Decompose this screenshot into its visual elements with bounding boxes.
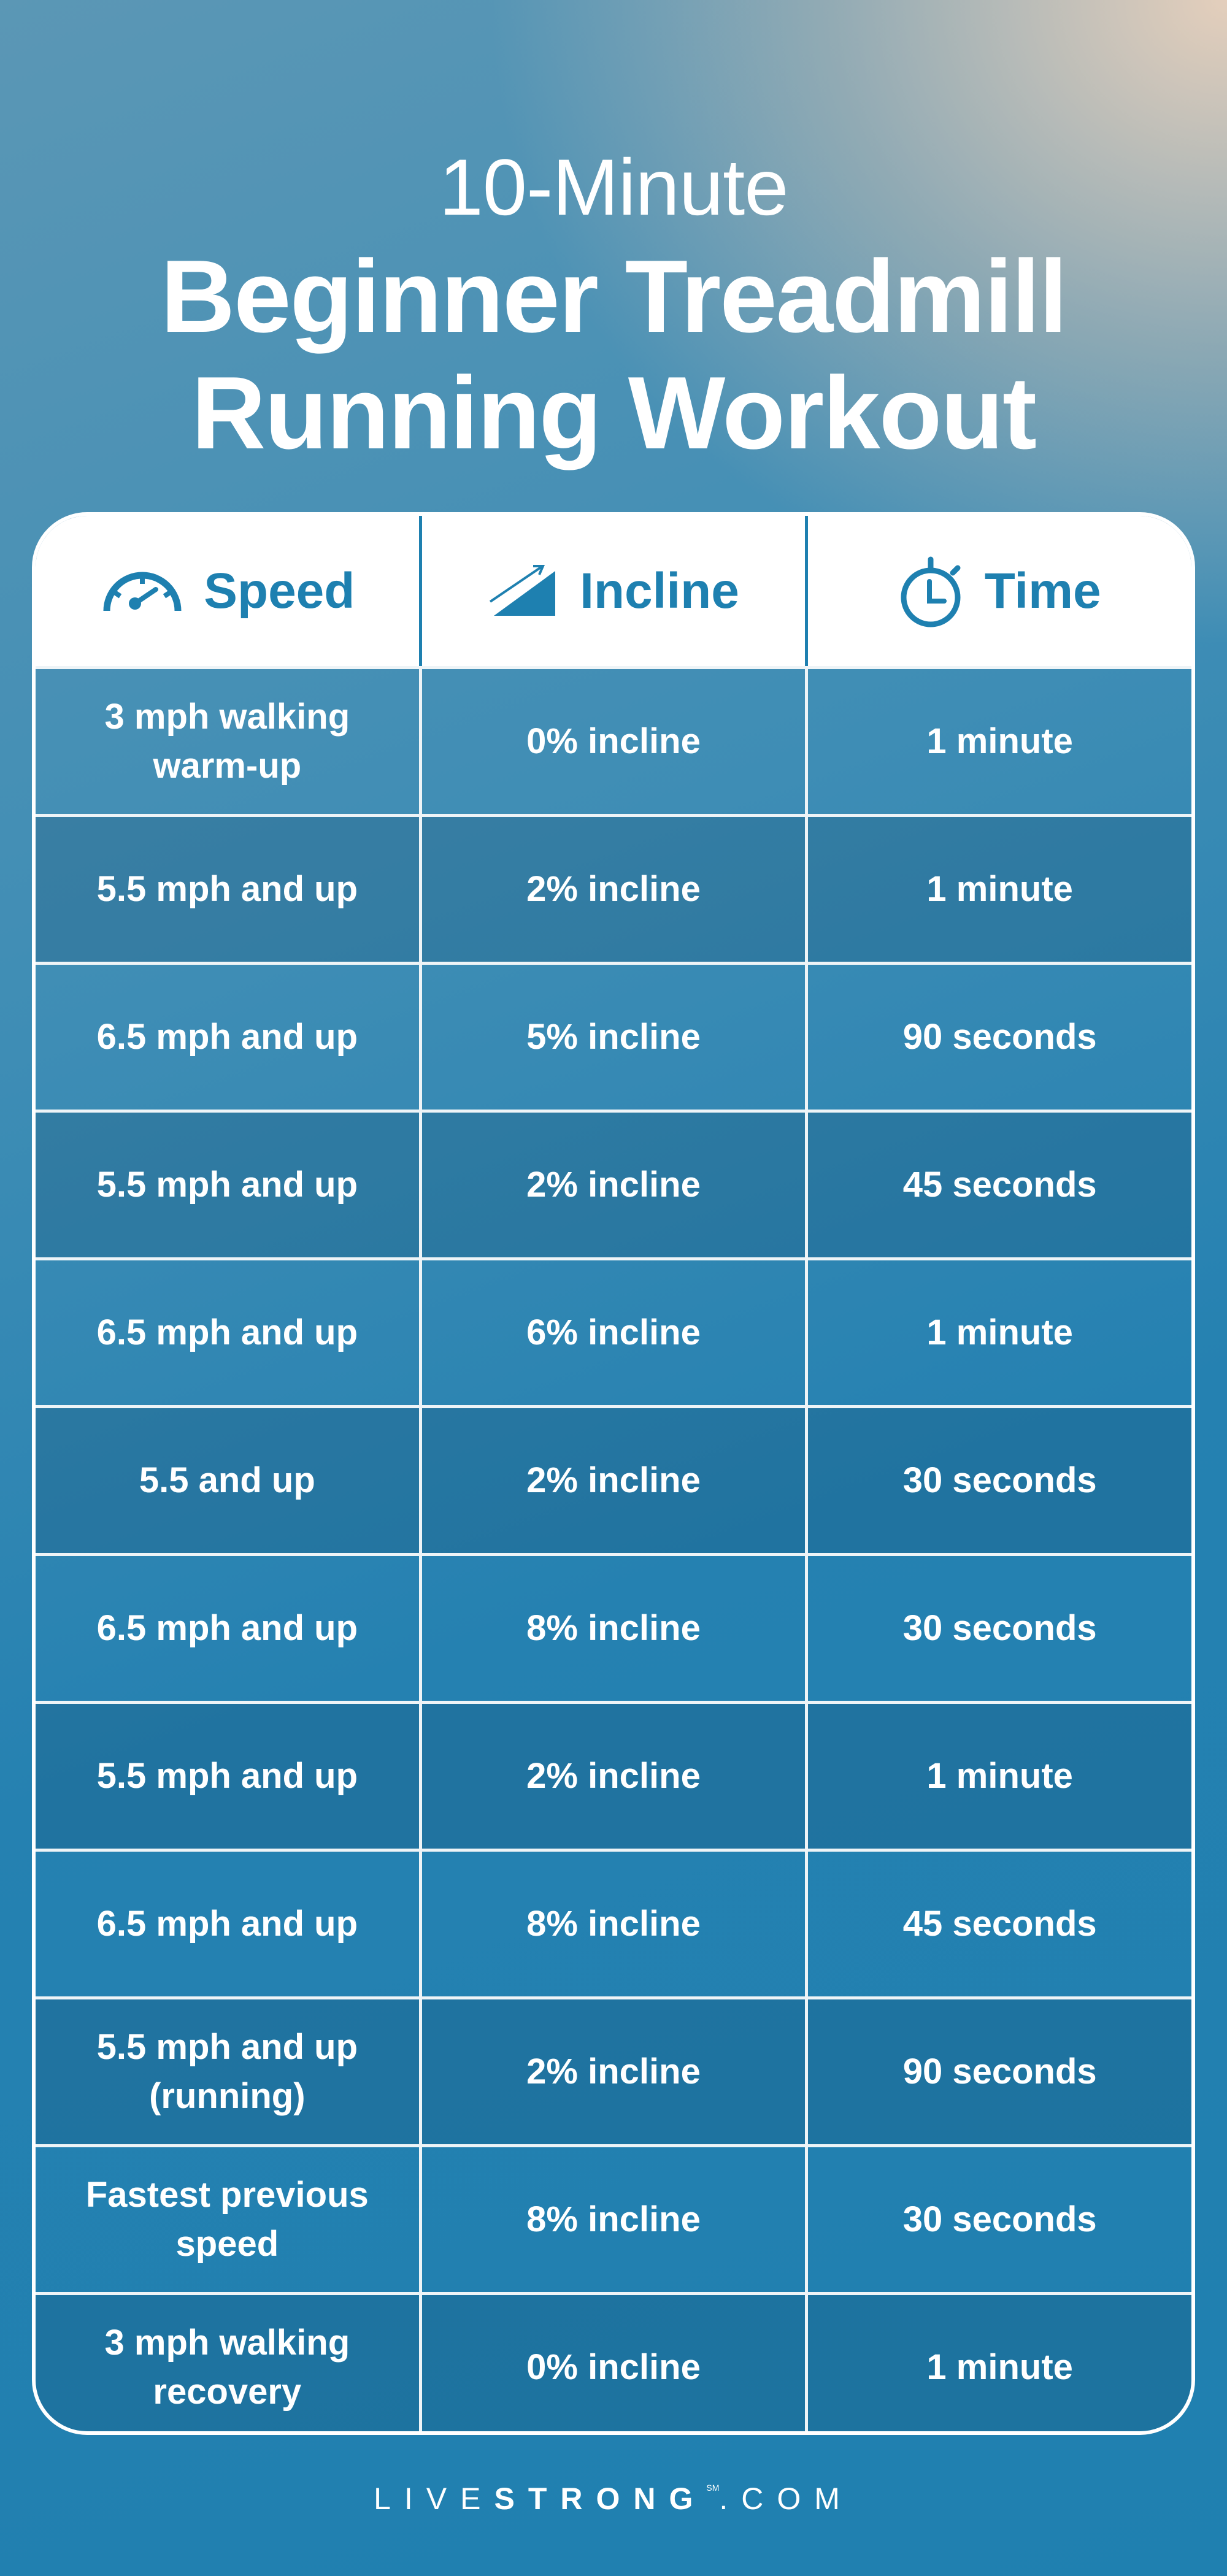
cell-time: 30 seconds — [902, 2199, 1097, 2239]
brand-suffix: .COM — [719, 2482, 853, 2516]
cell-time: 1 minute — [926, 2347, 1073, 2387]
cell-time: 1 minute — [926, 869, 1073, 909]
cell-incline: 8% incline — [422, 1852, 809, 1996]
cell-speed: 5.5 mph and up — [36, 1704, 422, 1849]
cell-incline: 0% incline — [422, 2295, 809, 2431]
cell-incline: 0% incline — [422, 669, 809, 814]
table-row: 5.5 mph and up 2% incline 1 minute — [36, 1701, 1191, 1849]
stopwatch-icon — [899, 554, 966, 628]
cell-speed: 6.5 mph and up — [36, 1260, 422, 1405]
cell-incline: 2% incline — [422, 817, 809, 962]
cell-time: 45 seconds — [902, 1904, 1097, 1944]
cell-time: 30 seconds — [902, 1460, 1097, 1500]
service-mark: SM — [706, 2483, 720, 2493]
header-speed: Speed — [36, 516, 422, 666]
table-header: Speed Incline Time — [36, 516, 1191, 666]
cell-speed: 6.5 mph and up — [36, 965, 422, 1110]
table-row: 5.5 mph and up 2% incline 45 seconds — [36, 1110, 1191, 1257]
cell-incline: 6% incline — [422, 1260, 809, 1405]
cell-incline: 2% incline — [422, 1999, 809, 2144]
table-row: 5.5 mph and up (running) 2% incline 90 s… — [36, 1996, 1191, 2144]
title-line-1: Beginner Treadmill — [160, 239, 1067, 354]
cell-speed: Fastest previous speed — [36, 2147, 422, 2292]
cell-speed: 6.5 mph and up — [36, 1556, 422, 1701]
table-row: 6.5 mph and up 6% incline 1 minute — [36, 1257, 1191, 1405]
cell-speed: 5.5 mph and up (running) — [36, 1999, 422, 2144]
header-incline: Incline — [422, 516, 809, 666]
table-row: 6.5 mph and up 5% incline 90 seconds — [36, 962, 1191, 1110]
cell-time: 30 seconds — [902, 1608, 1097, 1648]
cell-time: 1 minute — [926, 1756, 1073, 1796]
speedometer-icon — [99, 567, 185, 616]
cell-incline: 5% incline — [422, 965, 809, 1110]
cell-incline: 8% incline — [422, 1556, 809, 1701]
header-time: Time — [808, 516, 1191, 666]
brand-strong: STRONG — [494, 2482, 707, 2516]
table-row: 5.5 and up 2% incline 30 seconds — [36, 1405, 1191, 1553]
incline-icon — [488, 564, 561, 619]
cell-speed: 3 mph walking recovery — [36, 2295, 422, 2431]
cell-speed: 3 mph walking warm-up — [36, 669, 422, 814]
workout-table: Speed Incline Time 3 mph walking warm-up… — [32, 512, 1195, 2435]
cell-speed: 5.5 mph and up — [36, 1113, 422, 1257]
title-subtitle: 10-Minute — [439, 142, 788, 232]
cell-time: 45 seconds — [902, 1165, 1097, 1205]
header-speed-label: Speed — [204, 562, 355, 619]
table-row: 5.5 mph and up 2% incline 1 minute — [36, 814, 1191, 962]
table-row: 3 mph walking recovery 0% incline 1 minu… — [36, 2292, 1191, 2431]
title-block: 10-Minute Beginner Treadmill Running Wor… — [0, 147, 1227, 471]
cell-speed: 5.5 and up — [36, 1408, 422, 1553]
cell-time: 1 minute — [926, 1313, 1073, 1352]
title-line-2: Running Workout — [191, 355, 1037, 470]
table-row: 3 mph walking warm-up 0% incline 1 minut… — [36, 666, 1191, 814]
header-time-label: Time — [984, 562, 1101, 619]
cell-incline: 2% incline — [422, 1704, 809, 1849]
cell-incline: 8% incline — [422, 2147, 809, 2292]
table-row: 6.5 mph and up 8% incline 45 seconds — [36, 1849, 1191, 1996]
cell-time: 90 seconds — [902, 2052, 1097, 2091]
brand-logo: LIVESTRONGSM.COM — [0, 2481, 1227, 2517]
cell-speed: 5.5 mph and up — [36, 817, 422, 962]
brand-live: LIVE — [374, 2482, 494, 2516]
table-row: Fastest previous speed 8% incline 30 sec… — [36, 2144, 1191, 2292]
table-body: 3 mph walking warm-up 0% incline 1 minut… — [36, 666, 1191, 2431]
cell-time: 90 seconds — [902, 1017, 1097, 1057]
cell-incline: 2% incline — [422, 1408, 809, 1553]
table-row: 6.5 mph and up 8% incline 30 seconds — [36, 1553, 1191, 1701]
cell-speed: 6.5 mph and up — [36, 1852, 422, 1996]
header-incline-label: Incline — [580, 562, 739, 619]
cell-time: 1 minute — [926, 721, 1073, 761]
cell-incline: 2% incline — [422, 1113, 809, 1257]
